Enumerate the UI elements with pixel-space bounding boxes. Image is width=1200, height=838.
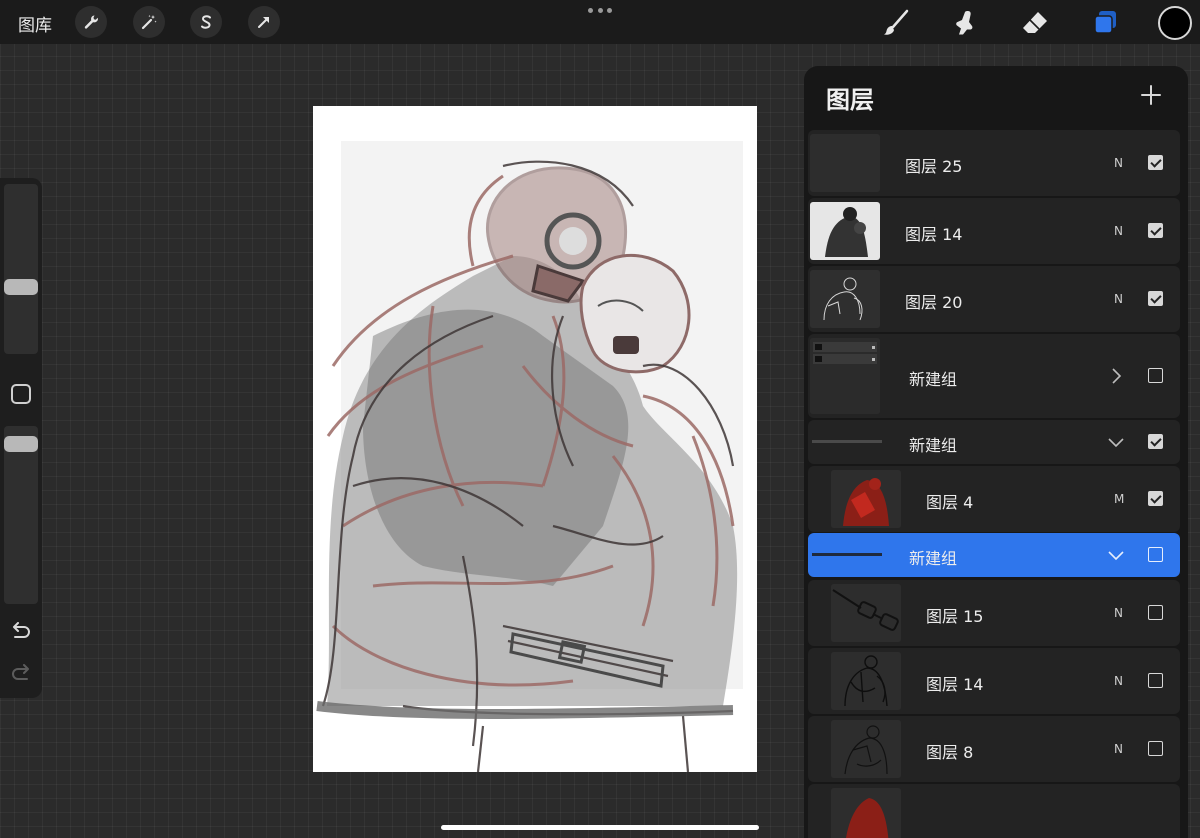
layer-row[interactable]: 图层 15 N: [808, 580, 1180, 646]
smudge-icon[interactable]: [948, 6, 982, 40]
blend-mode-button[interactable]: N: [1114, 674, 1123, 688]
transform-arrow-icon[interactable]: [248, 6, 280, 38]
adjustments-magic-wand-icon[interactable]: [133, 6, 165, 38]
layers-panel: 图层 图层 25 N 图层 14 N 图层 20 N 新建组 新建组 图层 4 …: [804, 66, 1188, 838]
brush-icon[interactable]: [879, 6, 913, 40]
layer-thumbnail: [831, 652, 901, 710]
blend-mode-button[interactable]: N: [1114, 292, 1123, 306]
layer-thumbnail: [831, 584, 901, 642]
drawing-canvas[interactable]: [313, 106, 757, 772]
layer-visibility-checkbox[interactable]: [1148, 155, 1163, 170]
group-divider-line: [812, 553, 882, 556]
layer-row[interactable]: 图层 8 N: [808, 716, 1180, 782]
layer-name: 图层 20: [905, 293, 963, 312]
group-visibility-checkbox[interactable]: [1148, 434, 1163, 449]
layer-name: 图层 8: [926, 743, 974, 762]
more-options-icon[interactable]: [588, 8, 612, 16]
blend-mode-button[interactable]: N: [1114, 742, 1123, 756]
layer-group-row-selected[interactable]: 新建组: [808, 533, 1180, 577]
layer-visibility-checkbox[interactable]: [1148, 741, 1163, 756]
eraser-icon[interactable]: [1018, 6, 1052, 40]
blend-mode-button[interactable]: N: [1114, 156, 1123, 170]
layer-thumbnail: [831, 720, 901, 778]
brush-size-slider[interactable]: [4, 184, 38, 354]
home-indicator[interactable]: [441, 825, 759, 830]
group-thumbnail: [810, 338, 880, 414]
sketch-artwork: [316, 141, 743, 772]
selection-s-icon[interactable]: [190, 6, 222, 38]
layer-thumbnail: [810, 134, 880, 192]
layers-panel-title: 图层: [826, 86, 874, 114]
layer-thumbnail: [831, 470, 901, 528]
layer-name: 图层 4: [926, 493, 974, 512]
redo-icon[interactable]: [10, 664, 32, 684]
top-toolbar: 图库: [0, 0, 1200, 44]
layer-visibility-checkbox[interactable]: [1148, 673, 1163, 688]
blend-mode-button[interactable]: N: [1114, 606, 1123, 620]
layer-row[interactable]: 图层 25 N: [808, 130, 1180, 196]
group-divider-line: [812, 440, 882, 443]
left-sidebar: [0, 178, 42, 698]
blend-mode-button[interactable]: N: [1114, 224, 1123, 238]
layer-thumbnail: [810, 202, 880, 260]
layer-name: 图层 14: [926, 675, 984, 694]
layer-row-partial[interactable]: [808, 784, 1180, 838]
modify-button[interactable]: [11, 384, 31, 404]
layer-thumbnail: [810, 270, 880, 328]
undo-icon[interactable]: [10, 622, 32, 642]
layer-visibility-checkbox[interactable]: [1148, 291, 1163, 306]
layer-thumbnail: [831, 788, 901, 838]
group-name: 新建组: [909, 549, 958, 568]
group-name: 新建组: [909, 436, 958, 455]
add-layer-plus-icon[interactable]: [1140, 84, 1162, 106]
layer-row[interactable]: 图层 14 N: [808, 648, 1180, 714]
layer-name: 图层 25: [905, 157, 963, 176]
group-name: 新建组: [909, 370, 958, 389]
group-visibility-checkbox[interactable]: [1148, 368, 1163, 383]
layer-group-row[interactable]: 新建组: [808, 420, 1180, 464]
blend-mode-button[interactable]: M: [1114, 492, 1124, 506]
opacity-slider-thumb[interactable]: [4, 436, 38, 452]
layer-name: 图层 15: [926, 607, 984, 626]
layer-visibility-checkbox[interactable]: [1148, 223, 1163, 238]
layer-row[interactable]: 图层 20 N: [808, 266, 1180, 332]
layer-visibility-checkbox[interactable]: [1148, 491, 1163, 506]
layers-icon[interactable]: [1088, 6, 1122, 40]
gallery-button[interactable]: 图库: [18, 11, 52, 36]
chevron-right-icon[interactable]: [1108, 368, 1124, 384]
group-visibility-checkbox[interactable]: [1148, 547, 1163, 562]
chevron-down-icon[interactable]: [1108, 434, 1124, 450]
chevron-down-icon[interactable]: [1108, 547, 1124, 563]
brush-size-slider-thumb[interactable]: [4, 279, 38, 295]
color-picker-swatch[interactable]: [1158, 6, 1192, 40]
layer-visibility-checkbox[interactable]: [1148, 605, 1163, 620]
opacity-slider[interactable]: [4, 426, 38, 604]
layer-group-row[interactable]: 新建组: [808, 334, 1180, 418]
layer-name: 图层 14: [905, 225, 963, 244]
actions-wrench-icon[interactable]: [75, 6, 107, 38]
layer-row[interactable]: 图层 14 N: [808, 198, 1180, 264]
layer-row[interactable]: 图层 4 M: [808, 466, 1180, 532]
